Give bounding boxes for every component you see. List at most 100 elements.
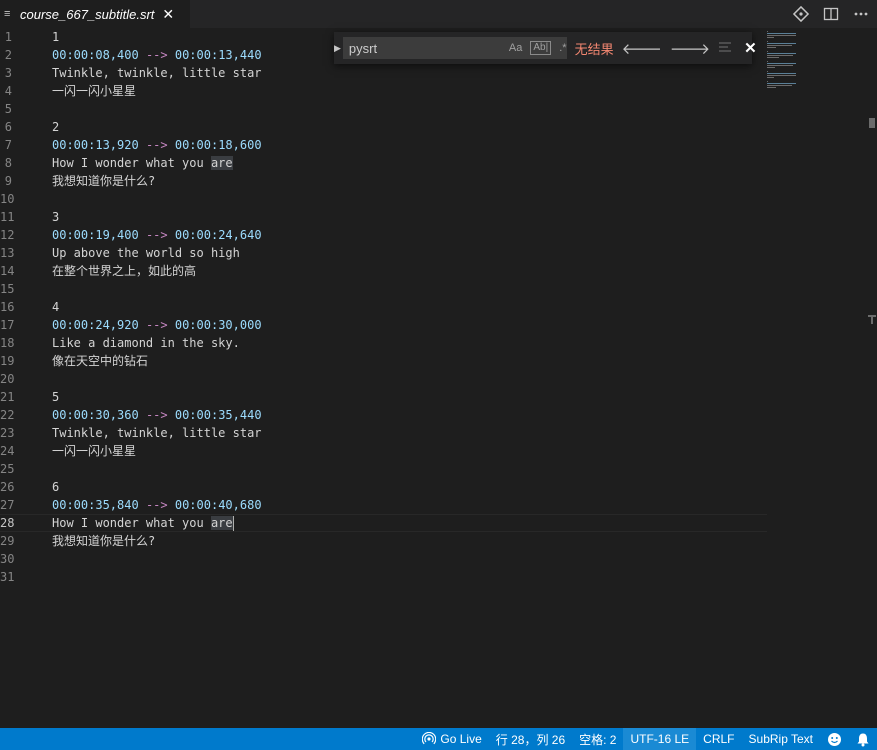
end-timestamp: 00:00:30,000 — [174, 318, 262, 332]
code-line[interactable]: 00:00:35,840 --> 00:00:40,680 — [52, 496, 767, 514]
code-line[interactable]: 4 — [52, 298, 767, 316]
tab-close-button[interactable]: ✕ — [162, 6, 174, 23]
code-line[interactable]: 6 — [52, 478, 767, 496]
subtitle-text: Like a diamond in the sky. — [52, 336, 240, 350]
line-number: 6 — [4, 120, 12, 134]
timestamp-arrow: --> — [145, 318, 168, 332]
go-live-label: Go Live — [440, 732, 482, 746]
word-highlight: are — [210, 156, 233, 170]
word-highlight: are — [210, 516, 233, 530]
vertical-scrollbar[interactable] — [867, 28, 877, 728]
start-timestamp: 00:00:13,920 — [52, 138, 139, 152]
code-line[interactable]: 我想知道你是什么? — [52, 532, 767, 550]
code-area[interactable]: 1 00:00:08,400 --> 00:00:13,440 Twinkle, t… — [52, 28, 767, 586]
code-line[interactable]: 一闪一闪小星星 — [52, 82, 767, 100]
start-timestamp: 00:00:35,840 — [52, 498, 139, 512]
code-line[interactable]: How I wonder what you are — [52, 514, 767, 532]
code-line[interactable]: 在整个世界之上，如此的高 — [52, 262, 767, 280]
code-line[interactable]: Like a diamond in the sky. — [52, 334, 767, 352]
encoding-status[interactable]: UTF-16 LE — [623, 728, 697, 750]
code-line[interactable]: How I wonder what you are — [52, 154, 767, 172]
cursor-position[interactable]: 行 28，列 26 — [489, 728, 572, 750]
broadcast-icon — [422, 732, 437, 745]
cue-index: 6 — [52, 480, 60, 494]
regex-toggle[interactable]: .* — [559, 42, 566, 54]
minimap-line — [767, 45, 792, 46]
next-match-arrow-icon[interactable]: 🡒 — [670, 39, 710, 58]
code-line[interactable]: Twinkle, twinkle, little star — [52, 424, 767, 442]
code-line[interactable] — [52, 100, 767, 118]
scrollbar-overview-mark — [869, 118, 875, 128]
line-number: 21 — [0, 390, 15, 404]
code-line[interactable]: Up above the world so high — [52, 244, 767, 262]
timestamp-arrow: --> — [145, 48, 168, 62]
subtitle-text: Twinkle, twinkle, little star — [52, 66, 262, 80]
minimap-line — [767, 51, 768, 52]
code-line[interactable]: 2 — [52, 118, 767, 136]
whole-word-toggle[interactable]: Ab| — [530, 41, 552, 55]
code-line[interactable]: 3 — [52, 208, 767, 226]
minimap-line — [767, 65, 793, 66]
line-number: 5 — [4, 102, 12, 116]
code-line[interactable] — [52, 370, 767, 388]
code-line[interactable]: 00:00:30,360 --> 00:00:35,440 — [52, 406, 767, 424]
code-line[interactable] — [52, 568, 767, 586]
tab-course-subtitle[interactable]: ≡ course_667_subtitle.srt ✕ — [0, 0, 190, 28]
cue-index: 4 — [52, 300, 60, 314]
code-line[interactable] — [52, 280, 767, 298]
line-number: 1 — [4, 30, 12, 44]
minimap-line — [767, 61, 768, 62]
minimap-line — [767, 63, 796, 64]
minimap[interactable] — [767, 28, 867, 728]
close-find-icon[interactable]: ✕ — [744, 39, 757, 57]
start-timestamp: 00:00:24,920 — [52, 318, 139, 332]
code-line[interactable] — [52, 190, 767, 208]
toggle-replace-chevron-icon[interactable]: ▶ — [334, 43, 341, 54]
notifications-bell-icon[interactable] — [849, 728, 877, 750]
minimap-line — [767, 75, 796, 76]
end-timestamp: 00:00:24,640 — [174, 228, 262, 242]
subtitle-text: Twinkle, twinkle, little star — [52, 426, 262, 440]
more-actions-icon[interactable] — [853, 6, 869, 22]
status-bar: Go Live 行 28，列 26 空格: 2 UTF-16 LE CRLF S… — [0, 728, 877, 750]
code-line[interactable]: 00:00:13,920 --> 00:00:18,600 — [52, 136, 767, 154]
code-line[interactable]: 像在天空中的钻石 — [52, 352, 767, 370]
editor[interactable]: 1 2 3 4 5 6 7 8 9 10 11 12 13 14 15 16 17 18 19 20 21 22 23 24 2… — [0, 28, 877, 728]
code-line[interactable]: 00:00:19,400 --> 00:00:24,640 — [52, 226, 767, 244]
git-compare-icon[interactable] — [793, 6, 809, 22]
minimap-line — [767, 85, 792, 86]
subtitle-text: 一闪一闪小星星 — [52, 444, 137, 458]
line-number-gutter: 1 2 3 4 5 6 7 8 9 10 11 12 13 14 15 16 17 18 19 20 21 22 23 24 2… — [0, 28, 40, 586]
minimap-line — [767, 31, 768, 32]
go-live-button[interactable]: Go Live — [415, 728, 488, 750]
code-line[interactable]: Twinkle, twinkle, little star — [52, 64, 767, 82]
line-number: 7 — [4, 138, 12, 152]
minimap-line — [767, 57, 779, 58]
find-in-selection-icon[interactable] — [718, 40, 732, 57]
code-line[interactable]: 一闪一闪小星星 — [52, 442, 767, 460]
eol-status[interactable]: CRLF — [696, 728, 741, 750]
line-number: 17 — [0, 318, 15, 332]
end-timestamp: 00:00:40,680 — [174, 498, 262, 512]
code-line[interactable] — [52, 550, 767, 568]
previous-match-arrow-icon[interactable]: 🡐 — [622, 39, 662, 58]
match-case-toggle[interactable]: Aa — [509, 42, 522, 54]
split-editor-icon[interactable] — [823, 6, 839, 22]
line-number: 10 — [0, 192, 15, 206]
code-line[interactable]: 5 — [52, 388, 767, 406]
line-number: 27 — [0, 498, 15, 512]
feedback-smiley-icon[interactable] — [820, 728, 849, 750]
indentation-status[interactable]: 空格: 2 — [572, 728, 623, 750]
subtitle-text: Up above the world so high — [52, 246, 240, 260]
minimap-line — [767, 43, 796, 44]
find-input[interactable] — [342, 39, 501, 57]
find-result-status: 无结果 — [574, 41, 614, 57]
code-line[interactable]: 我想知道你是什么? — [52, 172, 767, 190]
minimap-line — [767, 55, 793, 56]
code-line[interactable] — [52, 460, 767, 478]
line-number: 14 — [0, 264, 15, 278]
subtitle-text: How I wonder what you — [52, 516, 211, 530]
subtitle-text: 在整个世界之上，如此的高 — [52, 264, 197, 278]
code-line[interactable]: 00:00:24,920 --> 00:00:30,000 — [52, 316, 767, 334]
language-mode[interactable]: SubRip Text — [742, 728, 820, 750]
